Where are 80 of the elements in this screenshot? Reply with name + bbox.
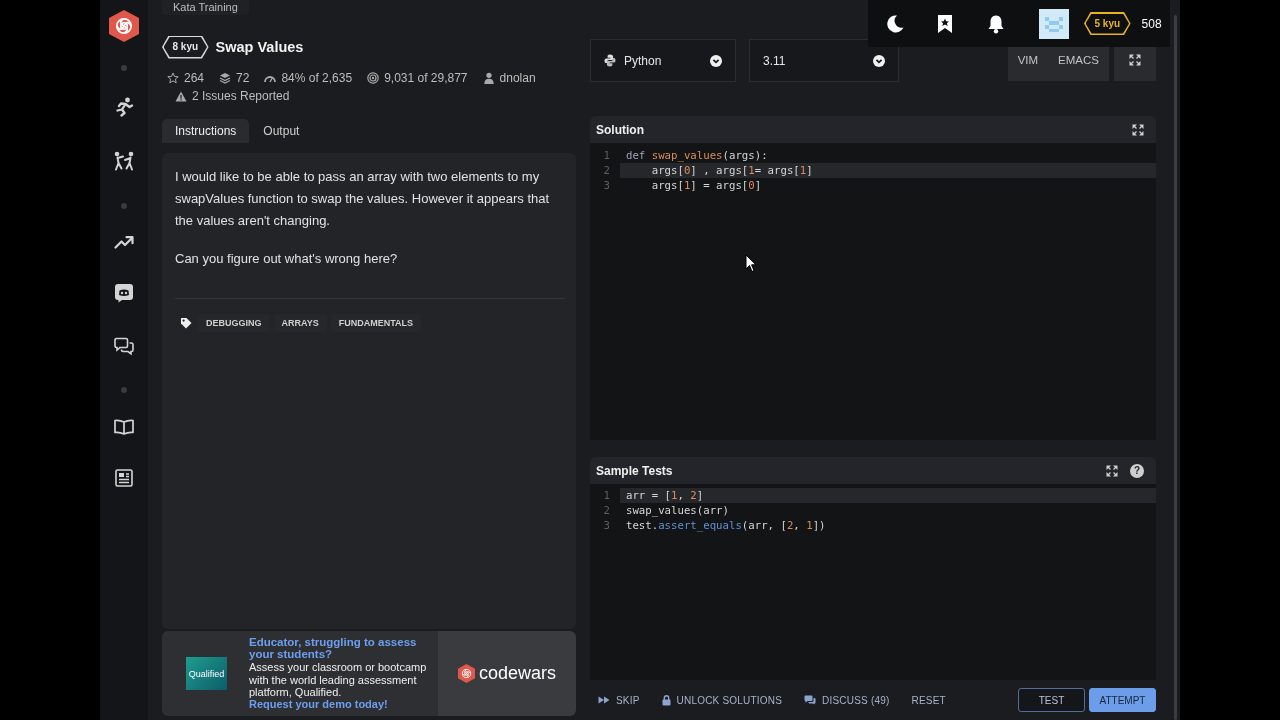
brand-logo-icon[interactable]: [457, 664, 475, 683]
ad-headline[interactable]: Educator, struggling to assess your students?: [249, 636, 437, 661]
editor-mode-button[interactable]: VIM: [1007, 47, 1049, 81]
tooltip: Kata Training: [162, 0, 249, 15]
warning-icon: [175, 90, 187, 102]
rank-badge: 8 kyu: [162, 35, 209, 59]
bell-icon[interactable]: [986, 13, 1006, 34]
python-icon: [604, 54, 616, 67]
line-number: 3: [602, 178, 611, 193]
dot-icon: [121, 203, 127, 209]
code-line: test.assert_equals(arr, [2, 1]): [625, 518, 827, 533]
action-button[interactable]: SKIP: [590, 688, 648, 712]
line-number: 3: [602, 518, 611, 533]
code-editor[interactable]: 1 arr = [1, 2] 2 swap_values(arr) 3 test.assert_equals(arr, [2, 1]): [590, 484, 1156, 680]
language-dropdown[interactable]: Python: [590, 39, 736, 82]
author-name[interactable]: dnolan: [499, 71, 536, 85]
tag-icon: [180, 317, 192, 329]
tab[interactable]: Output: [250, 119, 313, 143]
runner-icon[interactable]: [114, 97, 134, 117]
book-icon[interactable]: [114, 419, 134, 435]
demo-link[interactable]: Request your demo today!: [249, 698, 388, 711]
panel-title: Sample Tests: [596, 463, 673, 478]
stars-count: 264: [184, 71, 205, 85]
action-button[interactable]: DISCUSS (49): [796, 688, 898, 712]
chevron-down-icon: [710, 54, 722, 67]
bubble-face-icon[interactable]: [114, 283, 134, 303]
gauge-icon: [264, 73, 277, 83]
scrollbar-thumb[interactable]: [1174, 15, 1177, 720]
collections-count: 72: [236, 71, 250, 85]
description-text: I would like to be able to pass an array with two elements to my swapValues function to swap the values. However it appears that the values aren't changing.: [175, 168, 551, 230]
lock-icon: [661, 694, 671, 706]
logo-icon[interactable]: [109, 10, 139, 42]
fast-forward-icon: [598, 696, 610, 704]
code-editor[interactable]: 1 def swap_values(args): 2 args[0] , args[1= args[1] 3 args[1] = args[0]: [590, 143, 1156, 440]
test-button[interactable]: TEST: [1018, 688, 1085, 712]
panel-title: Solution: [596, 122, 644, 137]
dot-icon: [121, 387, 127, 393]
line-number: 2: [602, 163, 611, 178]
moon-icon[interactable]: [886, 14, 904, 33]
satisfaction-rate: 84% of 2,635: [281, 71, 353, 85]
mouse-pointer-icon: [745, 254, 757, 273]
newspaper-icon[interactable]: [115, 469, 133, 487]
expand-icon[interactable]: [1106, 464, 1118, 477]
chat-bubbles-icon: [804, 695, 817, 705]
honor-score: 508: [1141, 16, 1162, 31]
description-text: Can you figure out what's wrong here?: [175, 250, 399, 268]
fullscreen-button[interactable]: [1114, 47, 1156, 81]
code-line: args[1] = args[0]: [650, 178, 763, 193]
qualified-logo[interactable]: Qualified: [186, 657, 227, 690]
code-line: def swap_values(args):: [625, 148, 769, 163]
chat-icon[interactable]: [114, 337, 134, 355]
expand-icon[interactable]: [1132, 123, 1144, 136]
trend-arrow-icon[interactable]: [114, 235, 134, 249]
bookmark-star-icon[interactable]: [937, 13, 953, 34]
action-button[interactable]: RESET: [903, 688, 954, 712]
code-line: swap_values(arr): [625, 503, 730, 518]
person-icon: [482, 72, 495, 84]
line-number: 1: [602, 488, 611, 503]
editor-mode-button[interactable]: EMACS: [1048, 47, 1109, 81]
rank-badge: 5 kyu: [1084, 12, 1131, 35]
version-dropdown[interactable]: 3.11: [749, 39, 899, 82]
issues-link[interactable]: 2 Issues Reported: [192, 89, 290, 103]
dot-icon: [121, 65, 127, 71]
help-button[interactable]: ?: [1130, 463, 1144, 478]
completions-count: 9,031 of 29,877: [384, 71, 468, 85]
kata-title: Swap Values: [215, 39, 304, 55]
brand-name[interactable]: codewars: [478, 663, 556, 684]
line-number: 1: [602, 148, 611, 163]
action-button[interactable]: UNLOCK SOLUTIONS: [653, 688, 791, 712]
fullscreen-icon: [1129, 54, 1141, 66]
ad-body: Assess your classroom or bootcamp with the world leading assessment platform, Qualified. Request your demo today!: [249, 661, 428, 711]
star-icon: [167, 72, 179, 84]
line-number: 2: [602, 503, 611, 518]
target-icon: [367, 72, 380, 84]
avatar-icon[interactable]: [1039, 8, 1069, 39]
layers-icon: [219, 72, 232, 84]
attempt-button[interactable]: ATTEMPT: [1089, 688, 1156, 712]
chevron-down-icon: [873, 54, 885, 67]
tab[interactable]: Instructions: [162, 119, 250, 143]
fighters-icon[interactable]: [113, 151, 135, 171]
